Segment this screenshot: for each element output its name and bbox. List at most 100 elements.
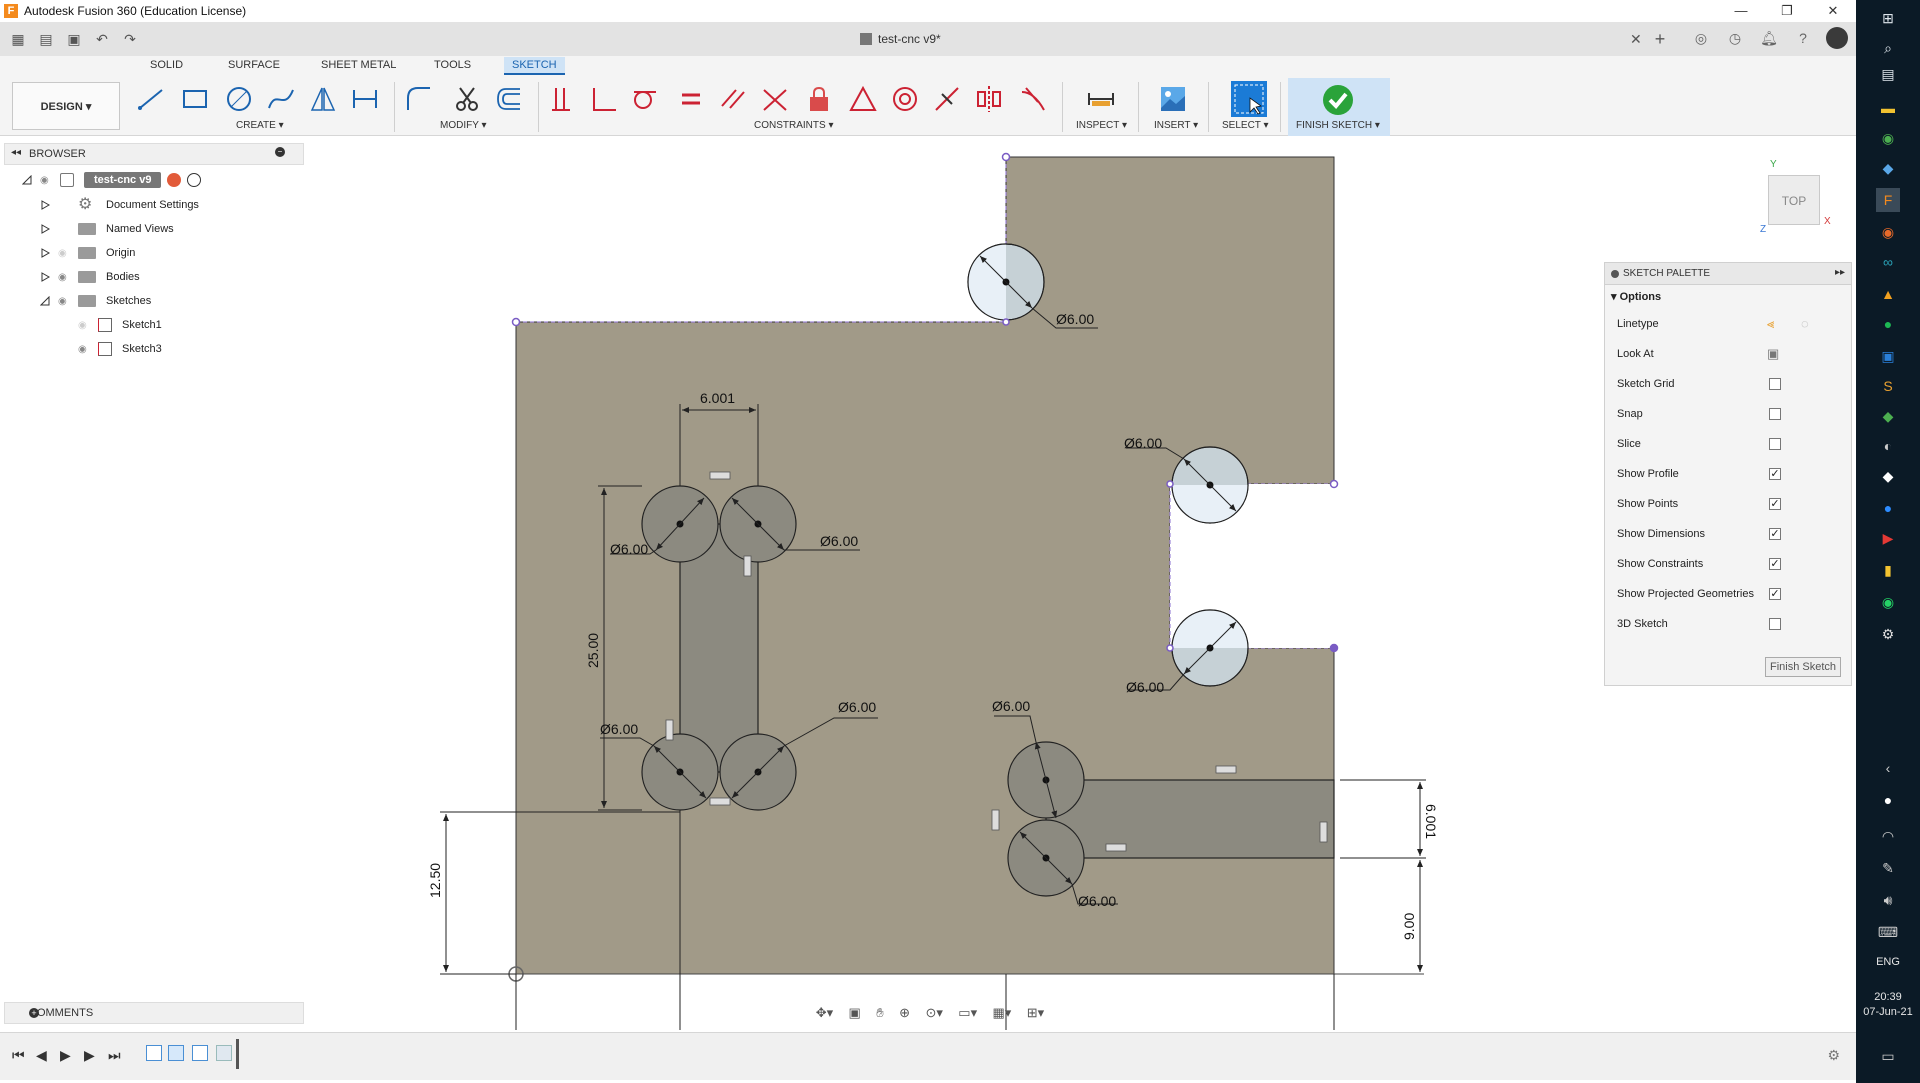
file-menu-icon[interactable]: ▤ <box>36 29 56 49</box>
symmetry-constraint-icon[interactable] <box>974 84 1004 114</box>
curvature-constraint-icon[interactable] <box>1018 84 1048 114</box>
finish-sketch-label[interactable]: FINISH SKETCH ▾ <box>1296 120 1380 131</box>
coincident-constraint-icon[interactable] <box>760 84 790 114</box>
job-status-icon[interactable]: ◷ <box>1724 27 1746 49</box>
whatsapp-icon[interactable]: ◉ <box>1876 590 1900 614</box>
show-hidden-icons[interactable]: ‹ <box>1876 756 1900 780</box>
centerline-linetype-icon[interactable]: ◌ <box>1801 316 1809 331</box>
notification-center-icon[interactable]: ▭ <box>1876 1044 1900 1068</box>
circle-tool-icon[interactable] <box>224 84 254 114</box>
select-group-label[interactable]: SELECT ▾ <box>1222 120 1269 131</box>
dimension-slot-width[interactable]: 6.001 <box>700 390 735 406</box>
sublime-icon[interactable]: S <box>1876 374 1900 398</box>
construction-linetype-icon[interactable]: ⪡ <box>1767 316 1774 332</box>
slice-checkbox[interactable] <box>1769 438 1781 450</box>
expand-palette-icon[interactable]: ▸▸ <box>1835 267 1845 278</box>
wifi-icon[interactable]: ◠ <box>1876 824 1900 848</box>
equal-constraint-icon[interactable] <box>676 84 706 114</box>
file-explorer-icon[interactable]: ▬ <box>1876 96 1900 120</box>
clock[interactable]: 20:39 07-Jun-21 <box>1856 990 1920 1020</box>
timeline-back-icon[interactable]: ◀ <box>36 1047 47 1064</box>
viewcube[interactable]: TOP <box>1768 175 1820 225</box>
3d-sketch-checkbox[interactable] <box>1769 618 1781 630</box>
finish-sketch-button[interactable]: Finish Sketch <box>1764 657 1841 677</box>
insert-group-label[interactable]: INSERT ▾ <box>1154 120 1198 131</box>
blender-icon[interactable]: ◉ <box>1876 220 1900 244</box>
timeline-sketch-feature[interactable] <box>146 1045 162 1061</box>
spotify-icon[interactable]: ● <box>1876 312 1900 336</box>
show-points-checkbox[interactable]: ✓ <box>1769 498 1781 510</box>
maximize-button[interactable]: ❐ <box>1764 0 1810 22</box>
timeline-settings-icon[interactable]: ⚙ <box>1827 1047 1840 1064</box>
sketch-grid-checkbox[interactable] <box>1769 378 1781 390</box>
timeline-end-icon[interactable]: ⏭ <box>108 1047 121 1064</box>
zoom-window-icon[interactable]: ⊕ <box>899 1005 910 1021</box>
concentric-constraint-icon[interactable] <box>890 84 920 114</box>
pan-icon[interactable]: ✋︎ <box>876 1005 883 1021</box>
dimension-diameter[interactable]: Ø6.00 <box>1124 435 1162 451</box>
constraints-group-label[interactable]: CONSTRAINTS ▾ <box>754 120 833 131</box>
orbit-icon[interactable]: ✥▾ <box>816 1005 833 1021</box>
notifications-icon[interactable]: 🔔︎ <box>1758 27 1780 49</box>
document-tab[interactable]: test-cnc v9* ✕ <box>860 26 1642 52</box>
pen-icon[interactable]: ✎ <box>1876 856 1900 880</box>
dimension-diameter[interactable]: Ø6.00 <box>838 699 876 715</box>
sketch-canvas[interactable]: Ø6.00 Ø6.00 Ø6.00 Ø6.00 Ø6.00 Ø6.00 Ø6.0… <box>0 136 1604 1030</box>
horizontal-vertical-constraint-icon[interactable] <box>546 84 576 114</box>
show-dimensions-checkbox[interactable]: ✓ <box>1769 528 1781 540</box>
dimension-slot-length[interactable]: 25.00 <box>585 633 601 668</box>
timeline-forward-icon[interactable]: ▶ <box>84 1047 95 1064</box>
look-at-icon[interactable]: ▣ <box>1767 346 1779 362</box>
timeline-extrude-feature[interactable] <box>168 1045 184 1061</box>
zoom-icon[interactable]: ⊙▾ <box>925 1005 942 1021</box>
viewports-icon[interactable]: ⊞▾ <box>1027 1005 1044 1021</box>
trim-tool-icon[interactable] <box>452 84 482 114</box>
chrome-icon[interactable]: ◉ <box>1876 126 1900 150</box>
spline-tool-icon[interactable] <box>266 84 296 114</box>
line-tool-icon[interactable] <box>136 84 166 114</box>
settings-icon[interactable]: ⚙ <box>1876 622 1900 646</box>
tab-sketch[interactable]: SKETCH <box>504 57 565 75</box>
tab-sheet-metal[interactable]: SHEET METAL <box>321 59 396 71</box>
fusion-taskbar-icon[interactable]: F <box>1876 188 1900 212</box>
app-grid-icon[interactable]: ▦ <box>8 29 28 49</box>
parallel-constraint-icon[interactable] <box>718 84 748 114</box>
offset-tool-icon[interactable] <box>494 84 524 114</box>
notes-icon[interactable]: ▮ <box>1876 558 1900 582</box>
undo-icon[interactable]: ↶ <box>92 29 112 49</box>
windows-start-icon[interactable]: ⊞ <box>1876 6 1900 30</box>
dimension-slot-height[interactable]: 6.001 <box>1423 804 1439 839</box>
grid-settings-icon[interactable]: ▦▾ <box>993 1005 1012 1021</box>
dimension-tool-icon[interactable] <box>350 84 380 114</box>
task-view-icon[interactable]: ▤ <box>1876 62 1900 86</box>
rectangle-tool-icon[interactable] <box>180 84 210 114</box>
dimension-offset-9[interactable]: 9.00 <box>1401 913 1417 940</box>
select-tool-icon[interactable] <box>1230 80 1268 118</box>
tray-app-icon[interactable]: ● <box>1876 788 1900 812</box>
redo-icon[interactable]: ↷ <box>120 29 140 49</box>
app-icon[interactable]: ◆ <box>1876 464 1900 488</box>
fix-unfix-constraint-icon[interactable] <box>804 84 834 114</box>
finish-sketch-group[interactable]: FINISH SKETCH ▾ <box>1288 78 1390 136</box>
tab-surface[interactable]: SURFACE <box>228 59 280 71</box>
show-profile-checkbox[interactable]: ✓ <box>1769 468 1781 480</box>
modify-group-label[interactable]: MODIFY ▾ <box>440 120 487 131</box>
vlc-icon[interactable]: ▲ <box>1876 282 1900 306</box>
help-icon[interactable]: ? <box>1792 27 1814 49</box>
dimension-diameter[interactable]: Ø6.00 <box>820 533 858 549</box>
finish-sketch-check-icon[interactable] <box>1322 84 1354 116</box>
display-settings-icon[interactable]: ▭▾ <box>958 1005 977 1021</box>
language-indicator[interactable]: ENG <box>1856 956 1920 968</box>
tab-solid[interactable]: SOLID <box>150 59 183 71</box>
triangle-constraint-icon[interactable] <box>848 84 878 114</box>
inspect-group-label[interactable]: INSPECT ▾ <box>1076 120 1127 131</box>
user-avatar[interactable] <box>1826 27 1848 49</box>
midpoint-constraint-icon[interactable] <box>932 84 962 114</box>
dimension-diameter[interactable]: Ø6.00 <box>1056 311 1094 327</box>
extensions-icon[interactable]: ◎ <box>1690 27 1712 49</box>
fillet-tool-icon[interactable] <box>404 84 434 114</box>
dimension-diameter[interactable]: Ø6.00 <box>1078 893 1116 909</box>
dimension-diameter[interactable]: Ø6.00 <box>992 698 1030 714</box>
new-tab-button[interactable]: + <box>1648 28 1672 50</box>
close-document-button[interactable]: ✕ <box>1630 31 1642 48</box>
